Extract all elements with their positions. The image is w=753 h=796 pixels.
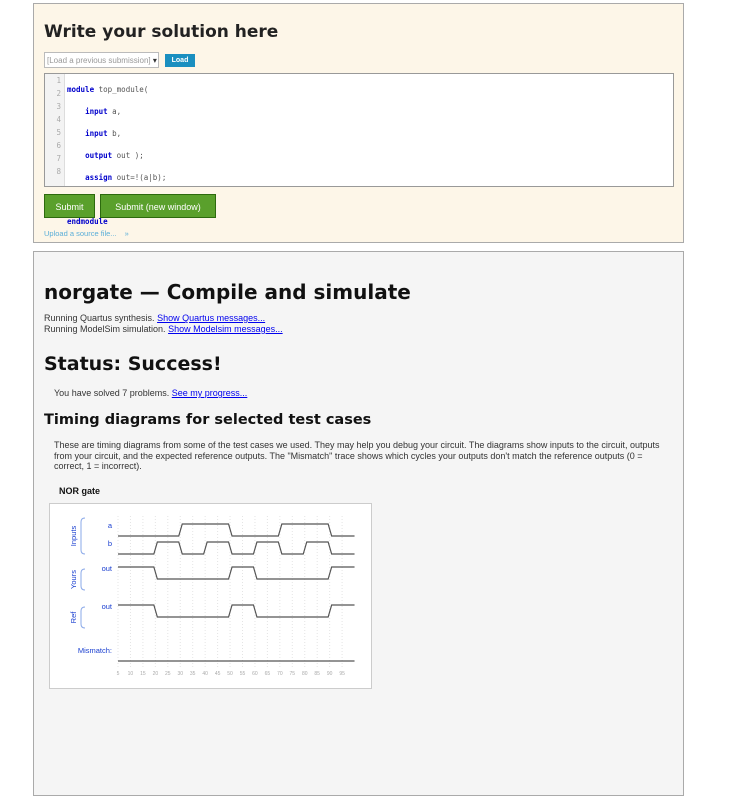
line-number: 8 — [56, 167, 61, 176]
upload-label: Upload a source file... — [44, 229, 117, 238]
signal-label: Mismatch: — [78, 646, 112, 655]
x-tick-label: 55 — [240, 671, 246, 677]
double-chevron-down-icon: » — [124, 229, 129, 238]
x-tick-label: 90 — [327, 671, 333, 677]
previous-submission-select[interactable]: [Load a previous submission] ▾ — [44, 52, 159, 68]
signal-label: out — [102, 602, 113, 611]
result-panel: norgate — Compile and simulate Running Q… — [33, 251, 684, 796]
select-value: [Load a previous submission] — [47, 56, 151, 65]
x-tick-label: 30 — [177, 671, 183, 677]
signal-label: a — [108, 521, 113, 530]
waveform-out — [118, 604, 355, 618]
editor-panel: Write your solution here [Load a previou… — [33, 3, 684, 243]
x-tick-label: 15 — [140, 671, 146, 677]
line-number: 7 — [56, 154, 61, 163]
line-number: 6 — [56, 141, 61, 150]
line-numbers: 1 2 3 4 5 6 7 8 — [45, 74, 65, 186]
timing-description: These are timing diagrams from some of t… — [54, 440, 660, 471]
modelsim-text: Running ModelSim simulation. — [44, 324, 166, 334]
group-bracket — [80, 568, 86, 591]
x-tick-label: 50 — [227, 671, 233, 677]
signal-label: b — [108, 539, 112, 548]
x-tick-label: 5 — [117, 671, 120, 677]
solved-line: You have solved 7 problems. See my progr… — [54, 388, 247, 398]
group-bracket — [80, 517, 86, 555]
submit-new-window-button[interactable]: Submit (new window) — [100, 194, 216, 218]
upload-source-link[interactable]: Upload a source file... » — [44, 229, 129, 238]
x-tick-label: 80 — [302, 671, 308, 677]
caret-down-icon: ▾ — [152, 56, 157, 65]
x-tick-label: 60 — [252, 671, 258, 677]
x-tick-label: 70 — [277, 671, 283, 677]
timing-diagram: 5 10 15 20 25 30 35 40 45 50 55 60 65 70 75 80 85 90 95 a b o… — [49, 503, 372, 689]
editor-title: Write your solution here — [44, 22, 279, 42]
x-tick-label: 40 — [202, 671, 208, 677]
x-tick-label: 25 — [165, 671, 171, 677]
see-progress-link[interactable]: See my progress... — [172, 388, 248, 398]
status-heading: Status: Success! — [44, 353, 222, 375]
waveform-b — [118, 541, 355, 555]
timing-svg: 5 10 15 20 25 30 35 40 45 50 55 60 65 70 75 80 85 90 95 ab o… — [69, 516, 355, 677]
load-button[interactable]: Load — [165, 54, 195, 67]
timing-heading: Timing diagrams for selected test cases — [44, 412, 372, 428]
modelsim-line: Running ModelSim simulation. Show Models… — [44, 324, 283, 334]
group-bracket — [80, 606, 86, 629]
chart-title: NOR gate — [59, 486, 101, 496]
group-label: Yours — [69, 570, 78, 589]
line-number: 4 — [56, 115, 61, 124]
code-content[interactable]: module top_module( input a, input b, out… — [67, 74, 169, 268]
x-tick-label: 95 — [339, 671, 345, 677]
group-label: Ref — [69, 611, 78, 624]
x-tick-label: 65 — [265, 671, 271, 677]
signal-label: out — [102, 564, 113, 573]
quartus-text: Running Quartus synthesis. — [44, 313, 155, 323]
line-number: 2 — [56, 89, 61, 98]
line-number: 3 — [56, 102, 61, 111]
group-label: Inputs — [69, 526, 78, 547]
x-tick-label: 20 — [153, 671, 159, 677]
solved-text: You have solved 7 problems. — [54, 388, 170, 398]
quartus-line: Running Quartus synthesis. Show Quartus … — [44, 313, 265, 323]
show-modelsim-link[interactable]: Show Modelsim messages... — [168, 324, 283, 334]
line-number: 5 — [56, 128, 61, 137]
submit-button[interactable]: Submit — [44, 194, 95, 218]
code-editor[interactable]: 12345678 module top_module( input a, inp… — [44, 73, 674, 226]
waveform-out — [118, 566, 355, 580]
line-number: 1 — [56, 76, 61, 85]
show-quartus-link[interactable]: Show Quartus messages... — [157, 313, 265, 323]
x-tick-label: 35 — [190, 671, 196, 677]
x-tick-label: 75 — [290, 671, 296, 677]
waveform-a — [118, 523, 355, 537]
result-title: norgate — Compile and simulate — [44, 280, 411, 304]
x-tick-label: 45 — [215, 671, 221, 677]
x-tick-label: 85 — [314, 671, 320, 677]
x-tick-label: 10 — [128, 671, 134, 677]
